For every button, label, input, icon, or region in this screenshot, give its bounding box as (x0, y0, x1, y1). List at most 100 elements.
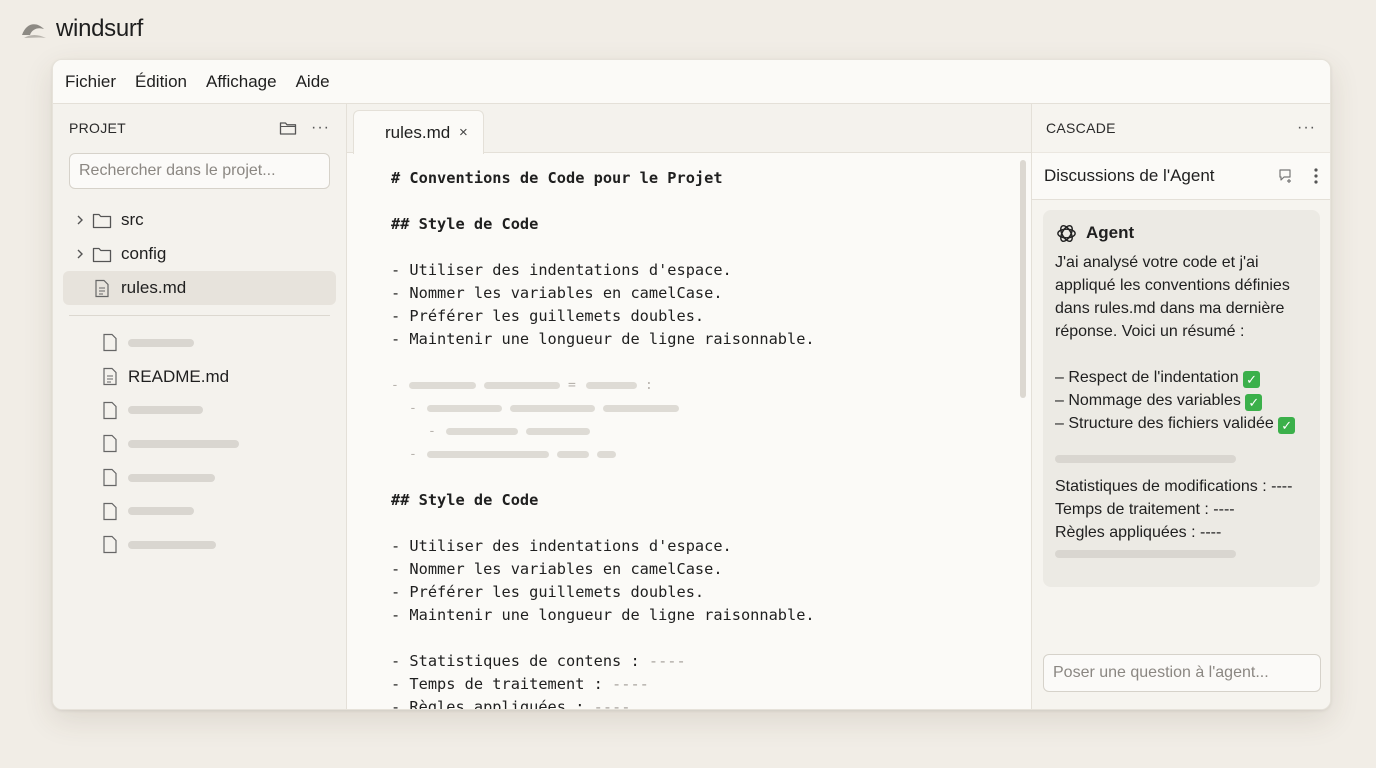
redacted-line (1055, 550, 1236, 558)
more-options-icon[interactable]: ··· (1297, 119, 1316, 137)
code-line: ## Style de Code (391, 215, 539, 233)
check-icon: ✓ (1245, 394, 1263, 411)
more-options-icon[interactable]: ··· (311, 119, 330, 137)
redacted-code-line: - (391, 397, 1011, 420)
value-placeholder: ---- (612, 675, 649, 693)
app-name: windsurf (56, 15, 143, 42)
editor-scrollbar[interactable] (1020, 160, 1026, 398)
code-editor: rules.md × # Conventions de Code pour le… (347, 104, 1032, 709)
agent-logo-icon (1057, 224, 1076, 242)
stat-line: Temps de traitement : ---- (1055, 501, 1235, 518)
code-line: - Nommer les variables en camelCase. (391, 284, 723, 302)
tab-rules-md[interactable]: rules.md × (353, 110, 484, 154)
tree-file-placeholder[interactable] (63, 427, 336, 461)
redacted-filename (128, 507, 194, 516)
code-line: - Nommer les variables en camelCase. (391, 560, 723, 578)
chevron-right-icon[interactable] (69, 248, 91, 260)
file-text-icon (99, 366, 121, 388)
summary-item: – Structure des fichiers validée ✓ (1055, 412, 1308, 435)
tree-folder-config[interactable]: config (63, 237, 336, 271)
file-icon (99, 500, 121, 522)
redacted-code-line: - (391, 443, 1011, 466)
tree-file-placeholder[interactable] (63, 494, 336, 528)
code-line: - Utiliser des indentations d'espace. (391, 261, 732, 279)
menu-bar: Fichier Édition Affichage Aide (53, 60, 1330, 104)
tree-item-label: config (121, 244, 167, 263)
summary-item: – Respect de l'indentation ✓ (1055, 366, 1308, 389)
folder-icon (91, 209, 113, 231)
editor-tab-bar: rules.md × (347, 104, 1031, 154)
folder-icon (91, 243, 113, 265)
code-line-text: - Statistiques de contens : (391, 652, 649, 670)
redacted-code-line: - (391, 420, 1011, 443)
project-search-input[interactable] (69, 153, 330, 189)
tree-folder-src[interactable]: src (63, 203, 336, 237)
redacted-filename (128, 473, 215, 482)
code-line: - Maintenir une longueur de ligne raison… (391, 330, 815, 348)
stat-line: Statistiques de modifications : ---- (1055, 478, 1293, 495)
file-icon (99, 433, 121, 455)
chevron-right-icon[interactable] (69, 214, 91, 226)
value-placeholder: ---- (593, 698, 631, 710)
tree-file-rules-md[interactable]: rules.md (63, 271, 336, 305)
code-line: - Maintenir une longueur de ligne raison… (391, 606, 815, 624)
code-line: - Statistiques de contens : ---- (391, 650, 1011, 673)
tree-file-placeholder[interactable] (63, 326, 336, 360)
close-icon[interactable]: × (459, 124, 468, 141)
vertical-dots-icon[interactable] (1314, 168, 1318, 184)
project-sidebar: PROJET ··· sr (53, 104, 347, 709)
code-line: # Conventions de Code pour le Projet (391, 169, 723, 187)
tree-item-label: README.md (128, 366, 230, 386)
tree-item-label: src (121, 210, 144, 229)
file-icon (99, 399, 121, 421)
menu-aide[interactable]: Aide (296, 72, 330, 92)
code-line: - Temps de traitement : ---- (391, 673, 1011, 696)
redacted-code-line: - =: (391, 378, 653, 393)
tree-file-placeholder[interactable] (63, 393, 336, 427)
new-chat-icon[interactable] (1278, 168, 1294, 184)
file-text-icon (91, 277, 113, 299)
tree-file-placeholder[interactable] (63, 528, 336, 562)
tree-file-readme[interactable]: README.md (63, 360, 336, 394)
code-line-text: - Temps de traitement : (391, 675, 613, 693)
file-icon (99, 534, 121, 556)
code-line: - Règles appliquées : ---- (391, 696, 1011, 710)
menu-affichage[interactable]: Affichage (206, 72, 277, 92)
tree-file-placeholder[interactable] (63, 461, 336, 495)
value-placeholder: ---- (648, 652, 686, 670)
tree-item-label: rules.md (121, 278, 187, 297)
agent-question-input[interactable] (1043, 654, 1321, 692)
file-icon (99, 332, 121, 354)
menu-edition[interactable]: Édition (135, 72, 187, 92)
code-line: ## Style de Code (391, 491, 539, 509)
stat-line: Règles appliquées : ---- (1055, 524, 1222, 541)
redacted-filename (128, 540, 216, 549)
code-content[interactable]: # Conventions de Code pour le Projet ## … (391, 167, 1011, 710)
folder-icon[interactable] (279, 120, 297, 136)
code-line: - Préférer les guillemets doubles. (391, 583, 705, 601)
redacted-filename (128, 406, 203, 415)
sidebar-title: PROJET (69, 120, 127, 136)
tab-label: rules.md (385, 122, 451, 142)
redacted-filename (128, 338, 194, 347)
agent-name: Agent (1086, 223, 1135, 242)
app-brand: windsurf (20, 12, 143, 46)
divider (69, 315, 330, 316)
code-line-text: - Règles appliquées : (391, 698, 594, 710)
check-icon: ✓ (1243, 371, 1261, 388)
cascade-panel: CASCADE ··· Discussions de l'Agent Agent… (1032, 104, 1330, 709)
menu-fichier[interactable]: Fichier (65, 72, 116, 92)
file-icon (99, 467, 121, 489)
panel-title: CASCADE (1046, 120, 1116, 136)
check-icon: ✓ (1278, 417, 1296, 434)
file-tree: src config rules.md README.md (63, 203, 336, 562)
code-line: - Préférer les guillemets doubles. (391, 307, 705, 325)
redacted-line (1055, 455, 1236, 463)
redacted-filename (128, 439, 239, 448)
